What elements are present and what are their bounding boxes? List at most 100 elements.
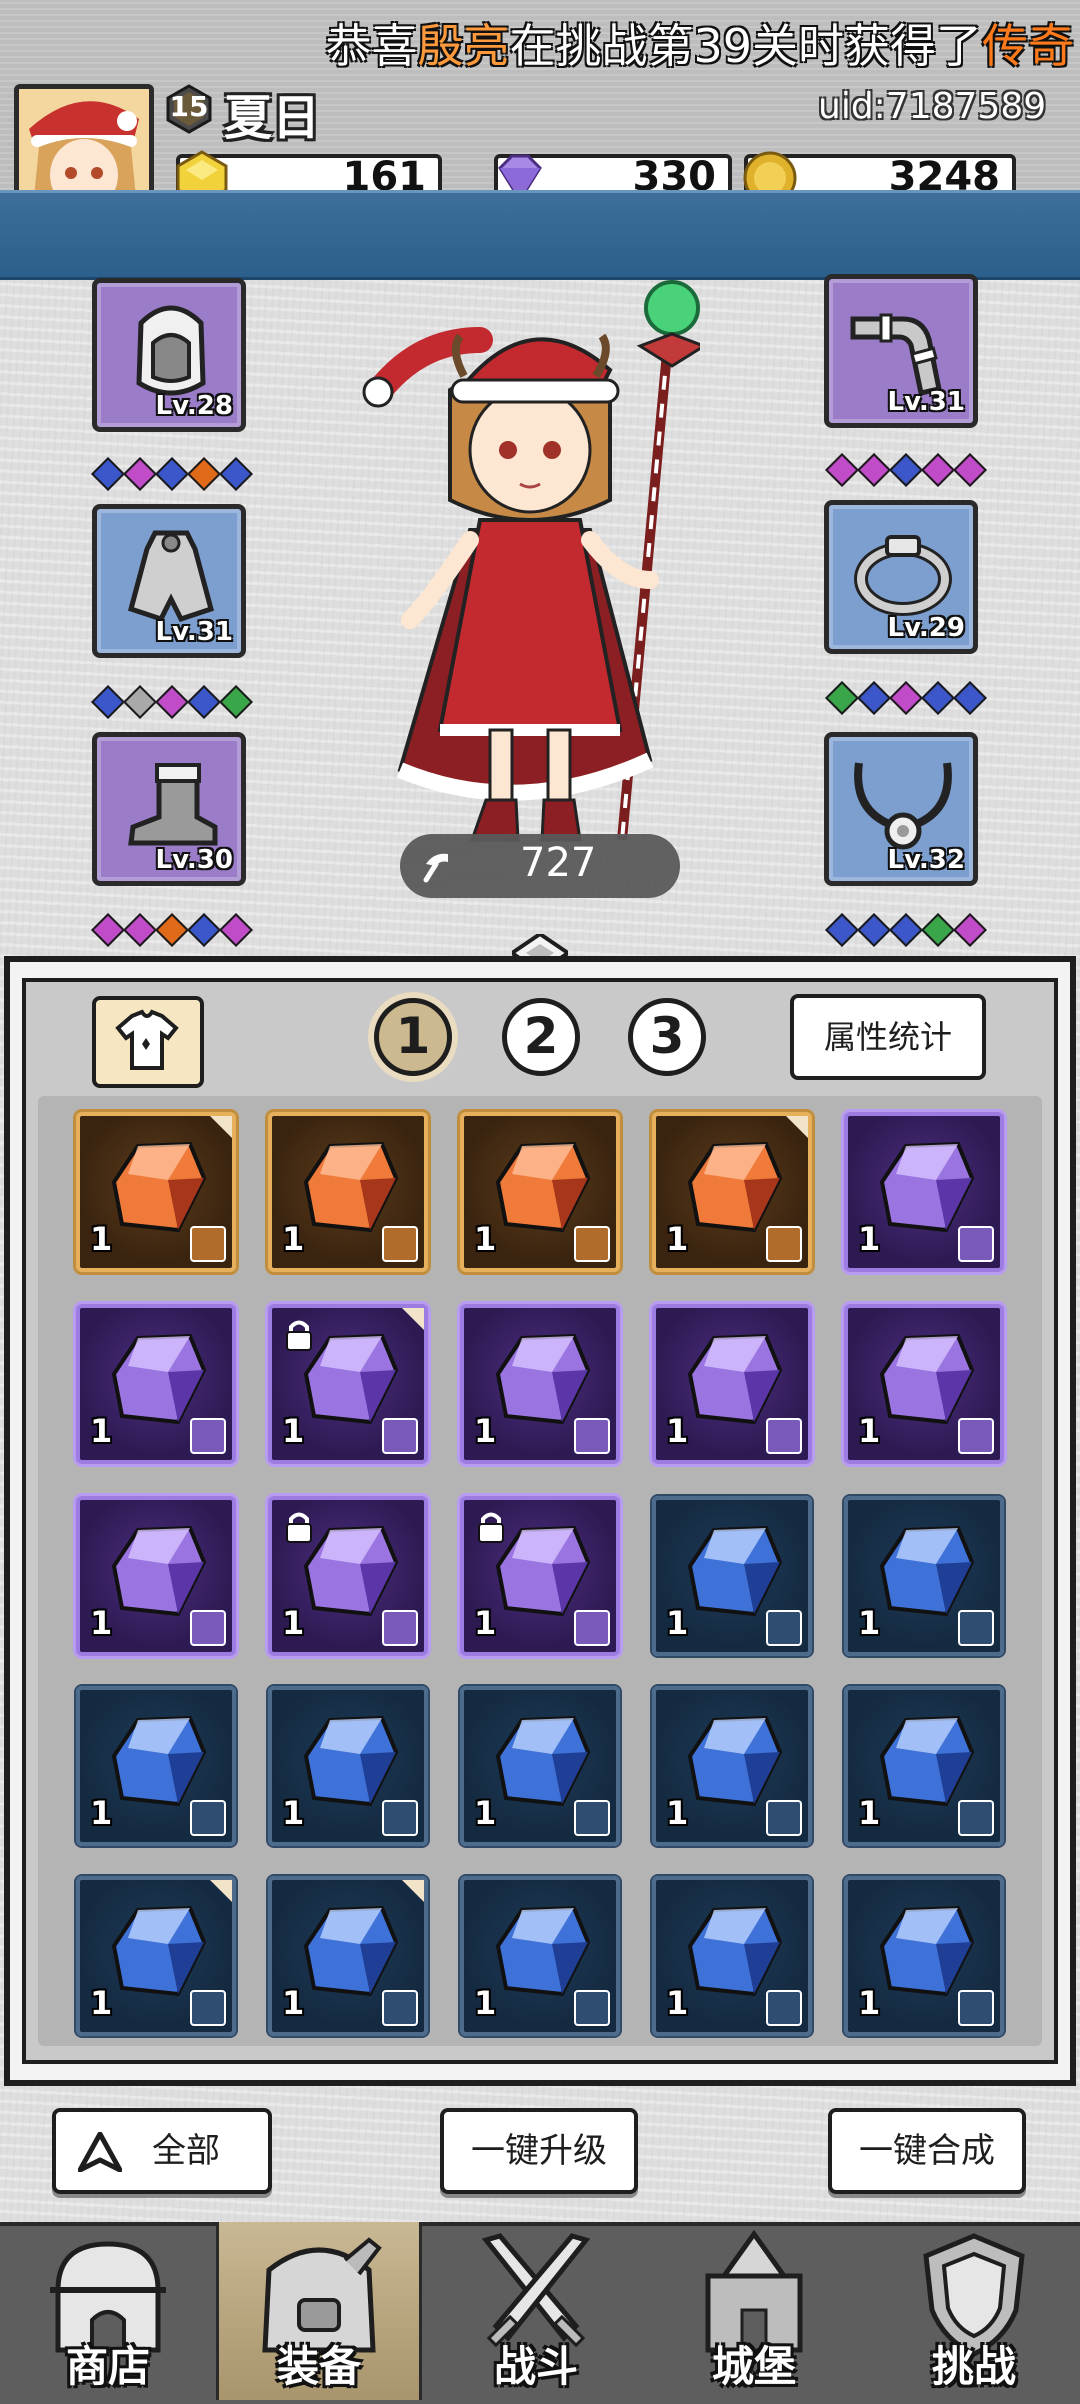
inventory-item[interactable]: 1	[76, 1686, 236, 1846]
inventory-item[interactable]: 1	[460, 1686, 620, 1846]
equip-level: Lv.32	[887, 845, 965, 875]
lock-icon	[286, 1320, 312, 1351]
inventory-item[interactable]: 1	[76, 1496, 236, 1656]
equip-level: Lv.31	[155, 617, 233, 647]
player-level: 15	[169, 90, 209, 123]
filter-all-button[interactable]: 全部	[52, 2108, 272, 2194]
inventory-item[interactable]: 1	[268, 1876, 428, 2036]
new-corner-marker	[210, 1116, 232, 1138]
inventory-item[interactable]: 1	[76, 1876, 236, 2036]
inventory-item[interactable]: 1	[460, 1304, 620, 1464]
gem-row-weapon	[825, 453, 987, 487]
nav-battle[interactable]: 战斗	[436, 2222, 636, 2400]
gem	[825, 913, 859, 947]
gem	[857, 453, 891, 487]
nav-label: 装备	[276, 2342, 361, 2391]
gem	[123, 913, 157, 947]
gem	[889, 681, 923, 715]
item-quantity: 1	[90, 1794, 113, 1832]
equip-slot-necklace[interactable]: Lv.32	[824, 732, 978, 886]
equip-level: Lv.31	[887, 387, 965, 417]
attribute-stats-button[interactable]: 属性统计	[790, 994, 986, 1080]
item-type-badge-boots	[190, 1990, 226, 2026]
item-quantity: 1	[282, 1604, 305, 1642]
nav-challenge[interactable]: 挑战	[874, 2222, 1074, 2400]
nav-label: 城堡	[711, 2342, 796, 2391]
nav-equipment[interactable]: 装备	[216, 2222, 422, 2400]
nav-shop[interactable]: 商店	[8, 2222, 208, 2400]
tab-page-3[interactable]: 3	[628, 998, 706, 1076]
gem-row-necklace	[825, 913, 987, 947]
item-type-badge-ring	[766, 1610, 802, 1646]
equip-slot-boots[interactable]: Lv.30	[92, 732, 246, 886]
tab-page-1[interactable]: 1	[374, 998, 452, 1076]
inventory-item[interactable]: 1	[652, 1112, 812, 1272]
inventory-item[interactable]: 1	[844, 1496, 1004, 1656]
equip-slot-helmet[interactable]: Lv.28	[92, 278, 246, 432]
crystal-icon	[687, 1333, 783, 1425]
tab-label: 2	[523, 1007, 559, 1065]
outfit-button[interactable]	[92, 996, 204, 1088]
inventory-item[interactable]: 1	[844, 1686, 1004, 1846]
announcement-player: 殷亮	[417, 19, 510, 73]
inventory-item[interactable]: 1	[76, 1304, 236, 1464]
item-type-badge-boots	[958, 1226, 994, 1262]
tab-label: 1	[395, 1007, 431, 1065]
gem-row-helmet	[91, 457, 253, 491]
gem-row-cape	[91, 685, 253, 719]
inventory-item[interactable]: 1	[76, 1112, 236, 1272]
inventory-item[interactable]: 1	[652, 1304, 812, 1464]
item-type-badge-weapon	[190, 1418, 226, 1454]
item-quantity: 1	[666, 1984, 689, 2022]
equip-slot-weapon[interactable]: Lv.31	[824, 274, 978, 428]
gem	[187, 685, 221, 719]
gem-row-boots	[91, 913, 253, 947]
inventory-item[interactable]: 1	[844, 1112, 1004, 1272]
item-type-badge-cape	[958, 1800, 994, 1836]
inventory-item[interactable]: 1	[460, 1496, 620, 1656]
inventory-item[interactable]: 1	[460, 1112, 620, 1272]
tab-page-2[interactable]: 2	[502, 998, 580, 1076]
gem	[857, 681, 891, 715]
inventory-item[interactable]: 1	[268, 1112, 428, 1272]
inventory-item[interactable]: 1	[844, 1304, 1004, 1464]
crystal-icon	[687, 1715, 783, 1807]
item-quantity: 1	[474, 1412, 497, 1450]
filter-triangle-icon	[78, 2132, 122, 2172]
crystal-icon	[879, 1333, 975, 1425]
nav-castle[interactable]: 城堡	[654, 2222, 854, 2400]
inventory-item[interactable]: 1	[460, 1876, 620, 2036]
gem	[123, 457, 157, 491]
crystal-icon	[303, 1141, 399, 1233]
power-value: 727	[520, 840, 597, 886]
equip-slot-ring[interactable]: Lv.29	[824, 500, 978, 654]
lock-icon	[478, 1512, 504, 1543]
crystal-icon	[495, 1333, 591, 1425]
inventory-item[interactable]: 1	[268, 1686, 428, 1846]
nav-label: 战斗	[493, 2342, 578, 2391]
inventory-item[interactable]: 1	[652, 1686, 812, 1846]
item-type-badge-necklace	[574, 1610, 610, 1646]
item-type-badge-boots	[382, 1990, 418, 2026]
item-type-badge-weapon	[766, 1990, 802, 2026]
gem	[953, 453, 987, 487]
merge-all-button[interactable]: 一键合成	[828, 2108, 1026, 2194]
inventory-item[interactable]: 1	[652, 1496, 812, 1656]
item-type-badge-ring	[190, 1800, 226, 1836]
item-quantity: 1	[858, 1794, 881, 1832]
inventory-item[interactable]: 1	[268, 1496, 428, 1656]
crystal-icon	[303, 1333, 399, 1425]
item-quantity: 1	[474, 1794, 497, 1832]
item-type-badge-ring	[190, 1226, 226, 1262]
item-type-badge-necklace	[766, 1418, 802, 1454]
equip-slot-cape[interactable]: Lv.31	[92, 504, 246, 658]
gem	[155, 913, 189, 947]
hammer-icon	[423, 853, 448, 883]
gem	[155, 685, 189, 719]
inventory-item[interactable]: 1	[652, 1876, 812, 2036]
inventory-item[interactable]: 1	[268, 1304, 428, 1464]
announcement-banner	[0, 190, 1080, 280]
upgrade-all-button[interactable]: 一键升级	[440, 2108, 638, 2194]
gem	[921, 681, 955, 715]
inventory-item[interactable]: 1	[844, 1876, 1004, 2036]
